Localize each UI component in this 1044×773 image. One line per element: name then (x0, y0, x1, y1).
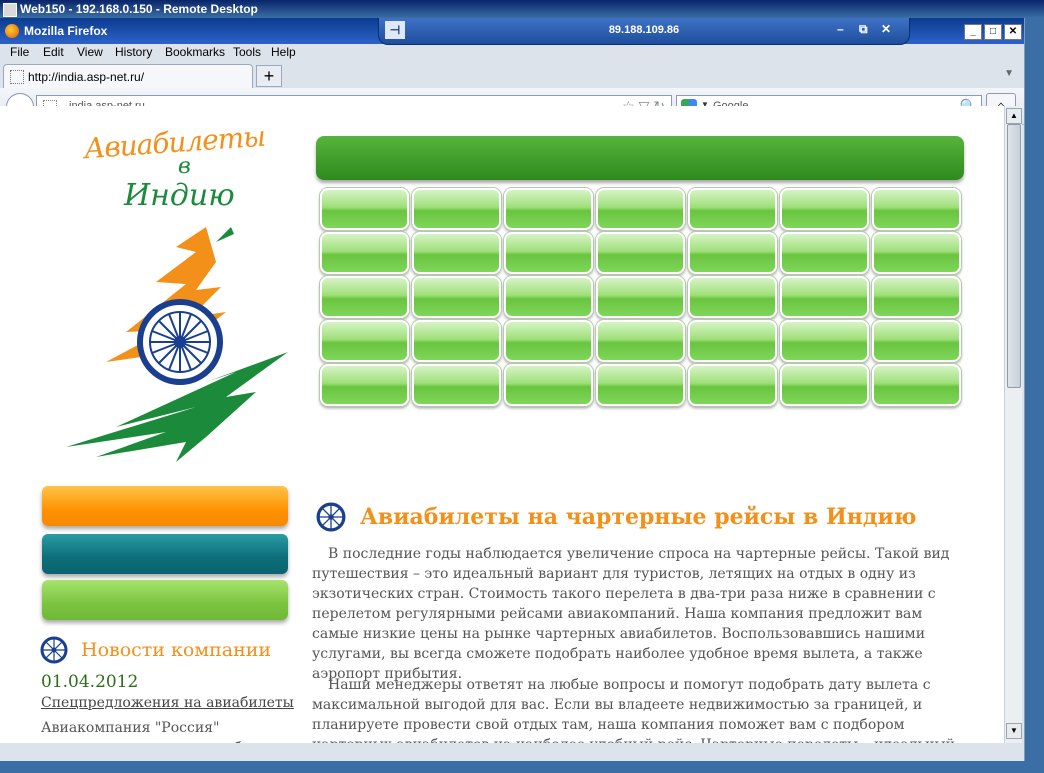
top-banner (316, 136, 964, 180)
menu-edit[interactable]: Edit (43, 45, 64, 59)
menu-file[interactable]: File (10, 45, 29, 59)
grid-button-r4c4[interactable] (596, 320, 685, 362)
grid-button-r1c7[interactable] (872, 188, 961, 230)
new-tab-button[interactable]: + (256, 65, 282, 87)
news-text: Авиакомпания "Россия" предлагает дешевые… (41, 720, 287, 743)
remote-desktop-title: Web150 - 192.168.0.150 - Remote Desktop (20, 2, 258, 16)
grid-button-r3c1[interactable] (320, 276, 409, 318)
ashoka-chakra-icon (40, 636, 68, 664)
minimize-icon[interactable]: – (837, 22, 844, 36)
menu-bar: File Edit View History Bookmarks Tools H… (0, 44, 1024, 62)
favicon-icon (10, 70, 24, 84)
menu-history[interactable]: History (115, 45, 152, 59)
grid-button-r3c6[interactable] (780, 276, 869, 318)
grid-button-r1c3[interactable] (504, 188, 593, 230)
tab-strip: http://india.asp-net.ru/ + ▼ (0, 62, 1024, 89)
menu-view[interactable]: View (77, 45, 103, 59)
grid-button-r2c4[interactable] (596, 232, 685, 274)
grid-button-r3c2[interactable] (412, 276, 501, 318)
tab-list-icon[interactable]: ▼ (1004, 68, 1014, 79)
grid-button-r3c5[interactable] (688, 276, 777, 318)
grid-button-r3c7[interactable] (872, 276, 961, 318)
news-link[interactable]: Спецпредложения на авиабилеты (41, 695, 294, 711)
menu-bookmarks[interactable]: Bookmarks (165, 45, 225, 59)
close-icon[interactable]: ✕ (881, 22, 891, 36)
scroll-thumb[interactable] (1007, 124, 1021, 388)
grid-button-r3c4[interactable] (596, 276, 685, 318)
grid-button-r5c2[interactable] (412, 364, 501, 406)
grid-button-r4c5[interactable] (688, 320, 777, 362)
restore-icon[interactable]: ⧉ (859, 22, 868, 37)
side-menu-button-green[interactable] (42, 580, 288, 620)
grid-button-r2c3[interactable] (504, 232, 593, 274)
vertical-scrollbar[interactable]: ▲ ▼ (1004, 106, 1022, 743)
paragraph-2: Наши менеджеры ответят на любые вопросы … (312, 677, 955, 743)
grid-button-r1c6[interactable] (780, 188, 869, 230)
grid-button-r2c1[interactable] (320, 232, 409, 274)
menu-help[interactable]: Help (271, 45, 296, 59)
grid-button-r1c2[interactable] (412, 188, 501, 230)
grid-button-r2c7[interactable] (872, 232, 961, 274)
side-menu-button-orange[interactable] (42, 486, 288, 526)
firefox-icon (5, 24, 19, 38)
grid-button-r1c1[interactable] (320, 188, 409, 230)
grid-button-r5c5[interactable] (688, 364, 777, 406)
rdp-connection-bar: ⊣ 89.188.109.86 – ⧉ ✕ (378, 18, 910, 45)
tab-active[interactable]: http://india.asp-net.ru/ (3, 64, 253, 89)
grid-button-r4c2[interactable] (412, 320, 501, 362)
grid-button-r5c1[interactable] (320, 364, 409, 406)
grid-button-r1c4[interactable] (596, 188, 685, 230)
news-date: 01.04.2012 (41, 672, 139, 692)
menu-tools[interactable]: Tools (233, 45, 261, 59)
remote-desktop-icon (3, 3, 17, 17)
grid-button-r4c6[interactable] (780, 320, 869, 362)
firefox-titlebar: Mozilla Firefox ⊣ 89.188.109.86 – ⧉ ✕ _ □… (0, 18, 1024, 45)
grid-button-r5c3[interactable] (504, 364, 593, 406)
paragraph-1: В последние годы наблюдается увеличение … (312, 546, 950, 682)
scroll-up-icon[interactable]: ▲ (1006, 108, 1022, 124)
page-title: Авиабилеты на чартерные рейсы в Индию (360, 504, 917, 530)
grid-button-r5c6[interactable] (780, 364, 869, 406)
grid-button-r4c1[interactable] (320, 320, 409, 362)
ashoka-chakra-heading-icon (316, 502, 346, 532)
news-section-title: Новости компании (81, 639, 272, 661)
window-buttons: _ □ ✕ (962, 23, 1022, 40)
grid-button-r3c3[interactable] (504, 276, 593, 318)
grid-button-r2c5[interactable] (688, 232, 777, 274)
grid-button-r4c3[interactable] (504, 320, 593, 362)
grid-button-r2c6[interactable] (780, 232, 869, 274)
side-menu-button-teal[interactable] (42, 534, 288, 574)
window-close-icon[interactable]: ✕ (1004, 24, 1022, 40)
scroll-down-icon[interactable]: ▼ (1006, 723, 1022, 739)
grid-button-r5c4[interactable] (596, 364, 685, 406)
window-minimize-icon[interactable]: _ (964, 24, 982, 40)
grid-button-r4c7[interactable] (872, 320, 961, 362)
tab-title: http://india.asp-net.ru/ (28, 70, 145, 84)
connection-ip: 89.188.109.86 (608, 24, 680, 36)
page-viewport: Авиабилеты в Индию Новости компании 01.0… (0, 106, 1004, 743)
remote-desktop-titlebar: Web150 - 192.168.0.150 - Remote Desktop (0, 0, 1044, 18)
grid-button-r2c2[interactable] (412, 232, 501, 274)
window-maximize-icon[interactable]: □ (984, 24, 1002, 40)
grid-button-r1c5[interactable] (688, 188, 777, 230)
firefox-title: Mozilla Firefox (24, 24, 108, 38)
india-flag-logo-art (66, 227, 288, 462)
logo-line3: Индию (124, 178, 235, 213)
grid-button-r5c7[interactable] (872, 364, 961, 406)
logo-line2: в (178, 154, 191, 179)
logo-line1: Авиабилеты (83, 119, 267, 166)
